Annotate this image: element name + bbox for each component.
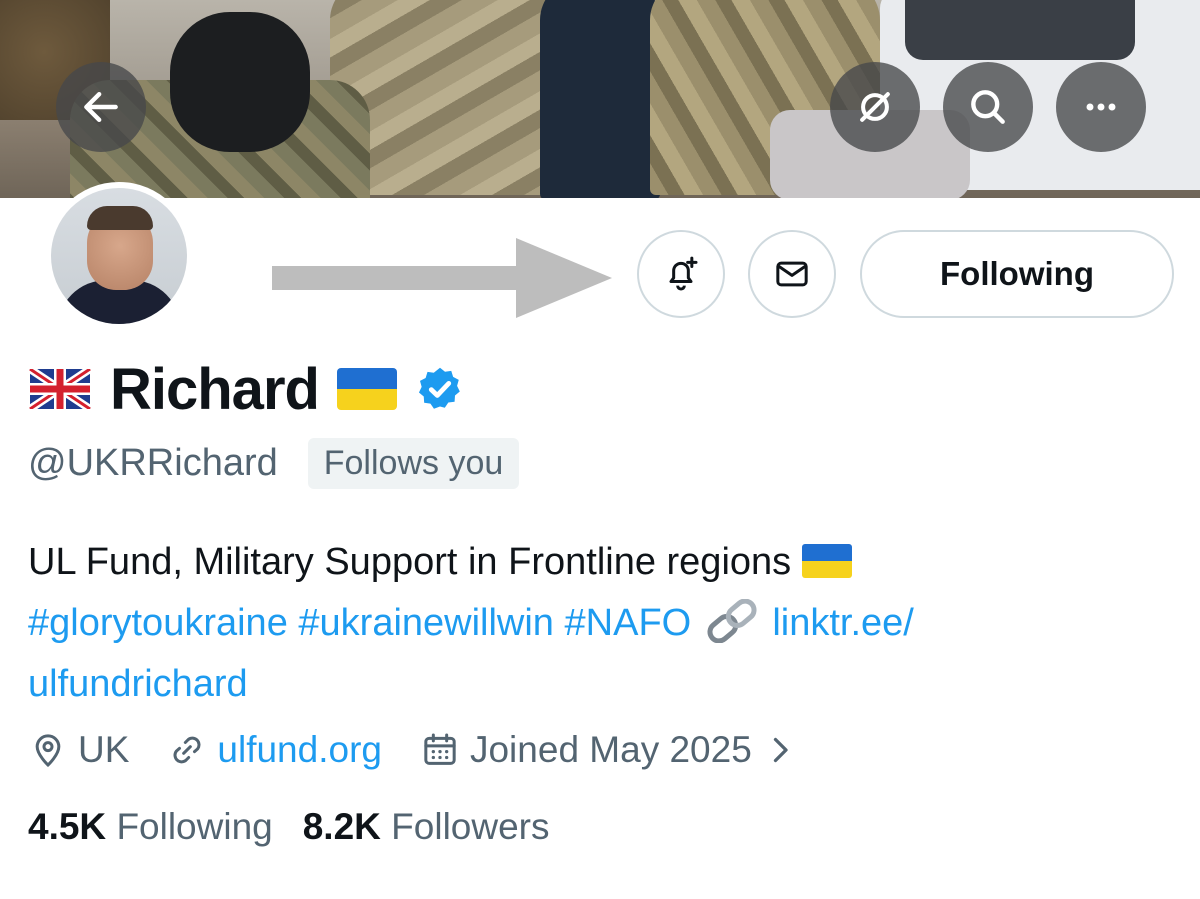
chain-link-emoji-icon xyxy=(707,599,757,643)
verified-badge-icon[interactable] xyxy=(415,364,465,414)
avatar-hair xyxy=(87,206,153,230)
profile-meta-row: UK ulfund.org Joined May 2025 xyxy=(28,722,836,778)
message-button[interactable] xyxy=(748,230,836,318)
ukraine-flag-emoji-icon xyxy=(336,368,397,410)
bio-external-link[interactable]: linktr.ee/ xyxy=(772,602,914,644)
grok-icon xyxy=(860,92,890,122)
website[interactable]: ulfund.org xyxy=(167,729,382,771)
followers-stat[interactable]: 8.2K Followers xyxy=(303,806,550,848)
display-name-row: Richard xyxy=(28,352,465,426)
hashtag-link[interactable]: #glorytoukraine xyxy=(28,602,288,644)
banner-photo-beanie xyxy=(170,12,310,152)
ukraine-flag-emoji-icon xyxy=(801,544,852,578)
notifications-button[interactable] xyxy=(637,230,725,318)
bio-external-link-continued[interactable]: ulfundrichard xyxy=(28,663,248,705)
banner-photo-van-window xyxy=(905,0,1135,60)
follow-stats: 4.5K Following 8.2K Followers xyxy=(28,806,580,848)
uk-flag-emoji-icon xyxy=(28,369,92,409)
website-link[interactable]: ulfund.org xyxy=(217,729,382,771)
joined-date[interactable]: Joined May 2025 xyxy=(420,729,798,771)
avatar[interactable] xyxy=(45,182,193,330)
following-button[interactable]: Following xyxy=(860,230,1174,318)
avatar-photo xyxy=(51,188,187,324)
more-horizontal-icon xyxy=(1086,103,1116,111)
grok-button[interactable] xyxy=(830,62,920,152)
followers-count: 8.2K xyxy=(302,806,381,847)
following-label: Following xyxy=(116,806,273,847)
joined-text: Joined May 2025 xyxy=(469,729,752,770)
link-icon xyxy=(173,736,201,764)
arrow-left-icon xyxy=(84,91,118,123)
chevron-right-icon xyxy=(773,737,788,763)
following-count: 4.5K xyxy=(28,806,107,847)
display-name: Richard xyxy=(110,356,320,422)
search-icon xyxy=(971,90,1005,124)
username-handle: @UKRRichard xyxy=(28,442,278,484)
location-text: UK xyxy=(78,729,130,770)
calendar-icon xyxy=(424,733,456,765)
hashtag-link[interactable]: #NAFO xyxy=(565,602,692,644)
back-button[interactable] xyxy=(56,62,146,152)
follows-you-badge: Follows you xyxy=(307,438,520,489)
bell-plus-icon xyxy=(669,256,698,291)
followers-label: Followers xyxy=(391,806,550,847)
envelope-icon xyxy=(776,261,808,287)
location-pin-icon xyxy=(35,734,61,768)
search-button[interactable] xyxy=(943,62,1033,152)
bio-text: UL Fund, Military Support in Frontline r… xyxy=(28,541,792,583)
more-button[interactable] xyxy=(1056,62,1146,152)
annotation-arrow-icon xyxy=(272,238,612,318)
banner-photo-person xyxy=(540,0,660,198)
profile-bio: UL Fund, Military Support in Frontline r… xyxy=(28,532,1178,715)
handle-row: @UKRRichard Follows you xyxy=(28,438,520,489)
following-stat[interactable]: 4.5K Following xyxy=(28,806,273,848)
hashtag-link[interactable]: #ukrainewillwin xyxy=(298,602,554,644)
location: UK xyxy=(28,729,129,771)
